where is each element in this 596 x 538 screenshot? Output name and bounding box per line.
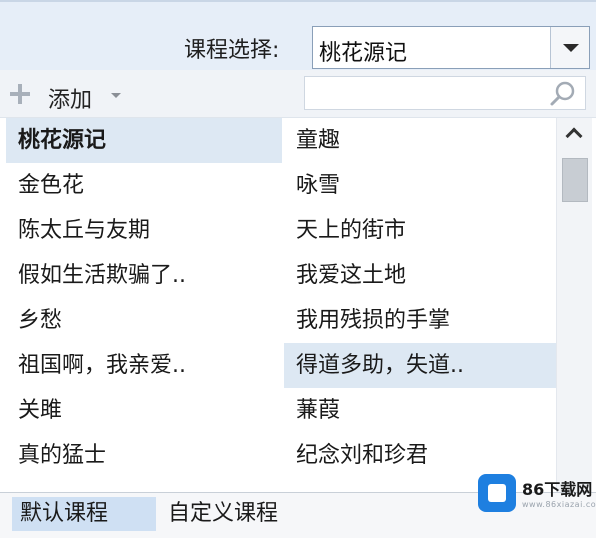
watermark-title: 86下载网: [522, 480, 593, 499]
chevron-down-icon: [563, 44, 579, 52]
watermark-subtitle: www.86xiazai.com: [522, 500, 596, 509]
plus-icon: [10, 84, 30, 104]
lesson-column-left: 桃花源记 金色花 陈太丘与友期 假如生活欺骗了.. 乡愁 祖国啊，我亲爱.. 关…: [6, 118, 282, 478]
list-item[interactable]: 咏雪: [284, 163, 560, 208]
list-item[interactable]: 蒹葭: [284, 388, 560, 433]
list-item[interactable]: 金色花: [6, 163, 282, 208]
lesson-column-right: 童趣 咏雪 天上的街市 我爱这土地 我用残损的手掌 得道多助，失道.. 蒹葭 纪…: [284, 118, 560, 478]
list-item[interactable]: 假如生活欺骗了..: [6, 253, 282, 298]
list-item[interactable]: 我用残损的手掌: [284, 298, 560, 343]
toolbar: 添加: [0, 70, 596, 118]
scroll-up-button[interactable]: [557, 118, 593, 154]
watermark-logo-icon: [478, 474, 516, 512]
course-picker-panel: 课程选择: 桃花源记 添加 桃花源记 金色花 陈太丘与友期 假如生活欺骗了..: [0, 0, 596, 538]
course-select-label: 课程选择:: [184, 38, 280, 63]
lesson-list: 桃花源记 金色花 陈太丘与友期 假如生活欺骗了.. 乡愁 祖国啊，我亲爱.. 关…: [0, 118, 596, 492]
list-item[interactable]: 乡愁: [6, 298, 282, 343]
list-item[interactable]: 陈太丘与友期: [6, 208, 282, 253]
list-item[interactable]: 桃花源记: [6, 118, 282, 163]
list-item[interactable]: 童趣: [284, 118, 560, 163]
watermark: 86下载网 www.86xiazai.com: [478, 470, 596, 522]
list-item[interactable]: 真的猛士: [6, 433, 282, 478]
list-item[interactable]: 我爱这土地: [284, 253, 560, 298]
list-item[interactable]: 得道多助，失道..: [284, 343, 560, 388]
list-item[interactable]: 天上的街市: [284, 208, 560, 253]
search-input[interactable]: [304, 76, 586, 110]
add-button-label: 添加: [48, 88, 93, 113]
course-select-value: 桃花源记: [319, 41, 408, 66]
tab-custom-courses[interactable]: 自定义课程: [160, 497, 310, 531]
course-selector-bar: 课程选择: 桃花源记: [0, 0, 596, 70]
dropdown-toggle-button[interactable]: [550, 27, 589, 68]
course-select-dropdown[interactable]: 桃花源记: [312, 26, 590, 69]
scroll-thumb[interactable]: [562, 158, 588, 202]
caret-down-icon: [111, 93, 121, 98]
list-item[interactable]: 关雎: [6, 388, 282, 433]
list-item[interactable]: 祖国啊，我亲爱..: [6, 343, 282, 388]
search-icon[interactable]: [549, 80, 577, 108]
chevron-up-icon: [565, 127, 583, 145]
tab-default-courses[interactable]: 默认课程: [12, 497, 156, 531]
vertical-scrollbar[interactable]: [556, 118, 592, 492]
add-button[interactable]: 添加: [8, 78, 128, 113]
